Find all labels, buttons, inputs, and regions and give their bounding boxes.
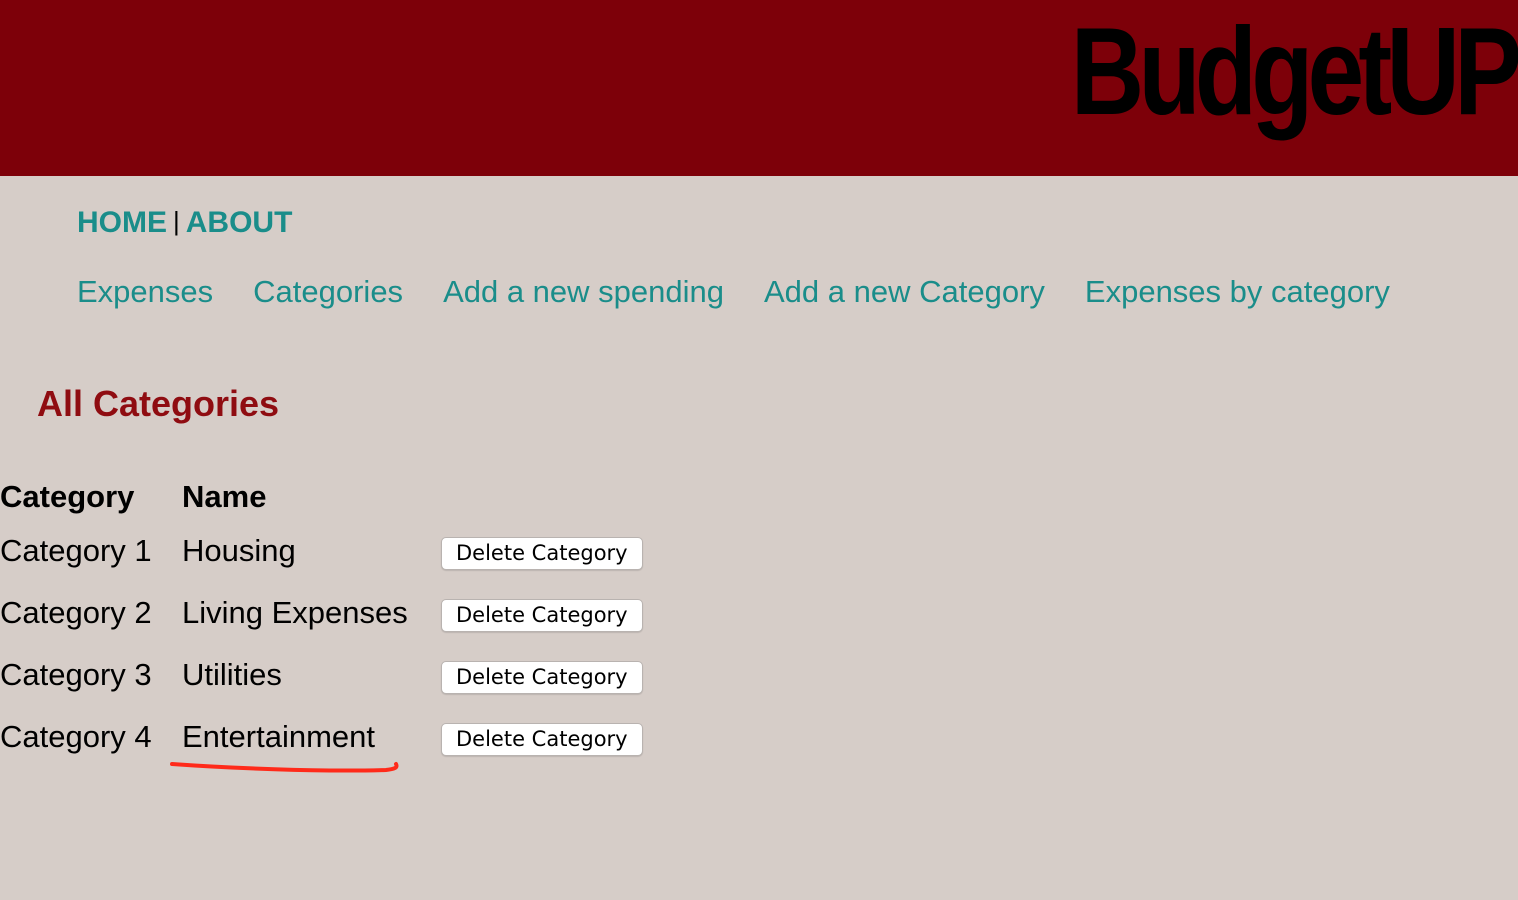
action-cell: Delete Category xyxy=(441,520,643,582)
table-row: Category 1 Housing Delete Category xyxy=(0,520,643,582)
table-row: Category 3 Utilities Delete Category xyxy=(0,644,643,706)
page-title: All Categories xyxy=(37,383,280,424)
red-underline-annotation xyxy=(170,762,399,773)
category-cell: Category 4 xyxy=(0,719,152,754)
category-cell: Category 2 xyxy=(0,595,152,630)
action-cell: Delete Category xyxy=(441,644,643,706)
delete-category-button[interactable]: Delete Category xyxy=(441,536,643,570)
expenses-by-category-link[interactable]: Expenses by category xyxy=(1085,274,1390,310)
add-category-link[interactable]: Add a new Category xyxy=(764,274,1045,310)
table-header-row: Category Name xyxy=(0,474,643,520)
underline-stroke xyxy=(170,762,399,773)
column-header-category: Category xyxy=(0,479,135,514)
name-cell: Housing xyxy=(182,533,296,568)
action-cell: Delete Category xyxy=(441,706,643,768)
expenses-link[interactable]: Expenses xyxy=(77,274,213,310)
about-link[interactable]: ABOUT xyxy=(186,206,293,239)
column-header-action xyxy=(441,474,643,520)
name-cell: Utilities xyxy=(182,657,282,692)
column-header-name: Name xyxy=(182,479,267,514)
nav-separator: | xyxy=(173,206,180,236)
sub-nav: Expenses Categories Add a new spending A… xyxy=(77,274,1390,310)
header-banner: BudgetUP xyxy=(0,0,1518,176)
categories-table: Category Name Category 1 Housing Delete … xyxy=(0,474,643,768)
action-cell: Delete Category xyxy=(441,582,643,644)
top-nav: HOME | ABOUT xyxy=(77,206,292,240)
name-cell: Living Expenses xyxy=(182,595,408,630)
delete-category-button[interactable]: Delete Category xyxy=(441,598,643,632)
table-row: Category 2 Living Expenses Delete Catego… xyxy=(0,582,643,644)
add-spending-link[interactable]: Add a new spending xyxy=(443,274,724,310)
brand-logo: BudgetUP xyxy=(1070,3,1518,141)
category-cell: Category 1 xyxy=(0,533,152,568)
category-cell: Category 3 xyxy=(0,657,152,692)
delete-category-button[interactable]: Delete Category xyxy=(441,722,643,756)
categories-link[interactable]: Categories xyxy=(253,274,403,310)
home-link[interactable]: HOME xyxy=(77,206,167,239)
delete-category-button[interactable]: Delete Category xyxy=(441,660,643,694)
